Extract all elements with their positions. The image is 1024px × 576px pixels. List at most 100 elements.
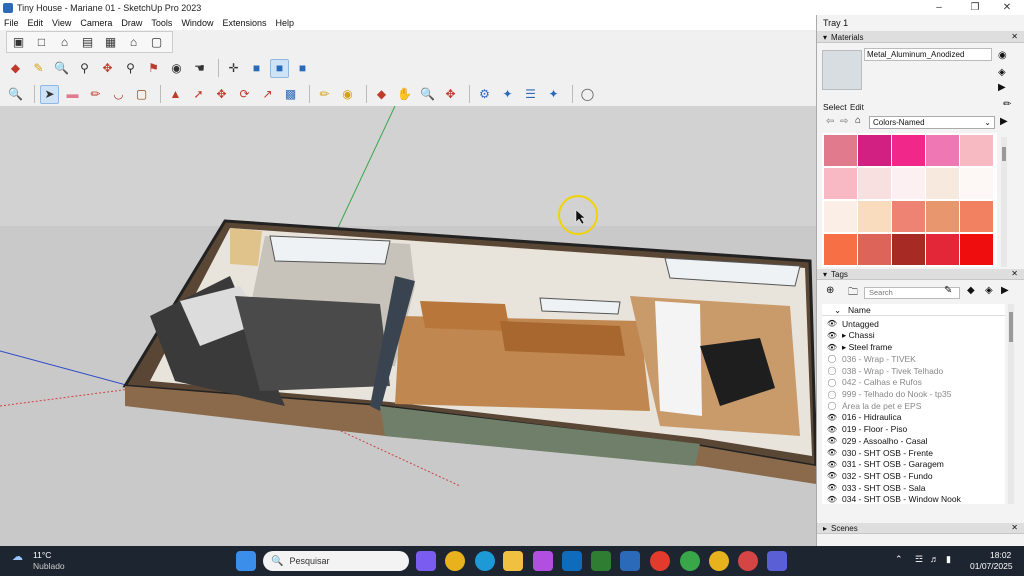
- rotate-tool-icon[interactable]: ⟳: [235, 85, 254, 104]
- minimize-icon[interactable]: –: [922, 0, 956, 15]
- eye-icon[interactable]: 👁: [822, 483, 842, 492]
- eye-off-icon[interactable]: ◯: [822, 401, 842, 410]
- teams-icon[interactable]: [533, 551, 553, 571]
- move-tool-icon[interactable]: ✥: [212, 85, 231, 104]
- details-arrow-icon[interactable]: ▶: [1001, 285, 1009, 296]
- profile-icon[interactable]: ◯: [578, 85, 597, 104]
- material-swatch[interactable]: [926, 201, 959, 232]
- copilot-icon[interactable]: [416, 551, 436, 571]
- eye-off-icon[interactable]: ◯: [822, 390, 842, 399]
- zoom-tool-icon[interactable]: 🔍: [418, 85, 437, 104]
- material-swatch[interactable]: [892, 234, 925, 265]
- tag-row[interactable]: 👁 ▸ Chassi: [822, 330, 1005, 342]
- material-swatch[interactable]: [960, 201, 993, 232]
- tag-row[interactable]: 👁 029 - Assoalho - Casal: [822, 435, 1005, 447]
- chrome-profile-icon[interactable]: [650, 551, 670, 571]
- store-icon[interactable]: [591, 551, 611, 571]
- chrome-profile-icon[interactable]: [738, 551, 758, 571]
- tag-row[interactable]: 👁 031 - SHT OSB - Garagem: [822, 458, 1005, 470]
- section-fill-icon[interactable]: ■: [293, 59, 312, 78]
- forward-icon[interactable]: ⇨: [840, 116, 848, 127]
- tag-row[interactable]: 👁 030 - SHT OSB - Frente: [822, 447, 1005, 459]
- menu-camera[interactable]: Camera: [80, 18, 112, 28]
- tag-row[interactable]: ◯ Área la de pet e EPS: [822, 400, 1005, 412]
- material-swatch[interactable]: [824, 168, 857, 199]
- details-arrow-icon[interactable]: ▶: [998, 82, 1006, 93]
- eye-icon[interactable]: 👁: [822, 471, 842, 480]
- weather-temp[interactable]: 11°C: [33, 550, 51, 560]
- eye-icon[interactable]: 👁: [822, 343, 842, 352]
- top-view-icon[interactable]: □: [32, 33, 51, 52]
- warehouse-icon[interactable]: ⚙: [475, 85, 494, 104]
- eye-off-icon[interactable]: ◯: [822, 366, 842, 375]
- tab-select[interactable]: Select: [823, 102, 847, 112]
- menu-tools[interactable]: Tools: [151, 18, 172, 28]
- paint-bucket-icon[interactable]: ✎: [29, 59, 48, 78]
- arc-tool-icon[interactable]: ◡: [109, 85, 128, 104]
- tag-row[interactable]: 👁 Untagged: [822, 318, 1005, 330]
- right-view-icon[interactable]: ▤: [78, 33, 97, 52]
- material-swatch[interactable]: [892, 135, 925, 166]
- tag-row[interactable]: 👁 016 - Hidraulica: [822, 412, 1005, 424]
- sketchup-taskbar-icon[interactable]: [620, 551, 640, 571]
- tag-row[interactable]: 👁 019 - Floor - Piso: [822, 423, 1005, 435]
- chevron-up-icon[interactable]: ⌃: [895, 554, 903, 565]
- tag-row[interactable]: 👁 032 - SHT OSB - Fundo: [822, 470, 1005, 482]
- tags-header[interactable]: ▾ Tags ✕: [817, 269, 1024, 280]
- eye-icon[interactable]: 👁: [822, 413, 842, 422]
- material-swatch[interactable]: [892, 201, 925, 232]
- close-icon[interactable]: ✕: [1011, 523, 1018, 532]
- color-by-tag-icon[interactable]: ◆: [967, 285, 975, 296]
- name-column-header[interactable]: Name: [848, 305, 871, 315]
- walk-icon[interactable]: ☚: [190, 59, 209, 78]
- close-icon[interactable]: ✕: [1011, 269, 1018, 278]
- eyedropper-icon[interactable]: ✏: [1003, 99, 1011, 110]
- scale-tool-icon[interactable]: ↗: [258, 85, 277, 104]
- eraser-icon[interactable]: ▬: [63, 85, 82, 104]
- taskbar-search[interactable]: 🔍 Pesquisar: [263, 551, 409, 571]
- paint-icon[interactable]: ◉: [338, 85, 357, 104]
- tag-row[interactable]: ◯ 042 - Calhas e Rufos: [822, 377, 1005, 389]
- tag-row[interactable]: 👁 ▸ Steel frame: [822, 341, 1005, 353]
- eye-icon[interactable]: 👁: [822, 448, 842, 457]
- material-swatch[interactable]: [892, 168, 925, 199]
- menu-view[interactable]: View: [52, 18, 71, 28]
- material-swatch[interactable]: [858, 234, 891, 265]
- front-view-icon[interactable]: ⌂: [55, 33, 74, 52]
- scenes-header[interactable]: ▸ Scenes ✕: [817, 523, 1024, 534]
- share-model-icon[interactable]: ✦: [498, 85, 517, 104]
- menu-edit[interactable]: Edit: [28, 18, 44, 28]
- tags-scrollbar[interactable]: [1008, 304, 1014, 504]
- recorder-icon[interactable]: [767, 551, 787, 571]
- material-swatch[interactable]: [858, 135, 891, 166]
- menu-help[interactable]: Help: [275, 18, 294, 28]
- home-icon[interactable]: ⌂: [855, 115, 861, 126]
- close-icon[interactable]: ✕: [990, 0, 1024, 15]
- details-arrow-icon[interactable]: ▶: [1000, 116, 1008, 127]
- previous-view-icon[interactable]: ⚲: [121, 59, 140, 78]
- tag-row[interactable]: ◯ 036 - Wrap - TIVEK: [822, 353, 1005, 365]
- look-around-icon[interactable]: ◉: [167, 59, 186, 78]
- add-tag-icon[interactable]: ⊕: [826, 285, 834, 296]
- material-swatch[interactable]: [926, 234, 959, 265]
- eye-icon[interactable]: 👁: [822, 460, 842, 469]
- material-swatch[interactable]: [858, 168, 891, 199]
- material-swatch[interactable]: [858, 201, 891, 232]
- clock-time[interactable]: 18:02: [990, 550, 1011, 560]
- select-tool-icon[interactable]: ➤: [40, 84, 59, 104]
- menu-draw[interactable]: Draw: [121, 18, 142, 28]
- library-dropdown[interactable]: Colors-Named ⌄: [869, 116, 995, 129]
- model-viewport[interactable]: [0, 106, 816, 546]
- position-camera-icon[interactable]: ⚑: [144, 59, 163, 78]
- tag-row[interactable]: 👁 034 - SHT OSB - Window Nook: [822, 494, 1005, 504]
- tag-row[interactable]: ◯ 038 - Wrap - Tivek Telhado: [822, 365, 1005, 377]
- menu-window[interactable]: Window: [181, 18, 213, 28]
- eye-icon[interactable]: 👁: [822, 495, 842, 504]
- add-folder-icon[interactable]: 🗀: [848, 285, 858, 302]
- create-material-icon[interactable]: ◉: [998, 50, 1007, 61]
- tape-measure-icon[interactable]: ✏: [315, 85, 334, 104]
- bottom-view-icon[interactable]: ▢: [147, 33, 166, 52]
- tag-tool-icon[interactable]: ◈: [985, 285, 993, 296]
- extension-warehouse-icon[interactable]: ✦: [544, 85, 563, 104]
- swatch-scrollbar[interactable]: [1001, 137, 1007, 267]
